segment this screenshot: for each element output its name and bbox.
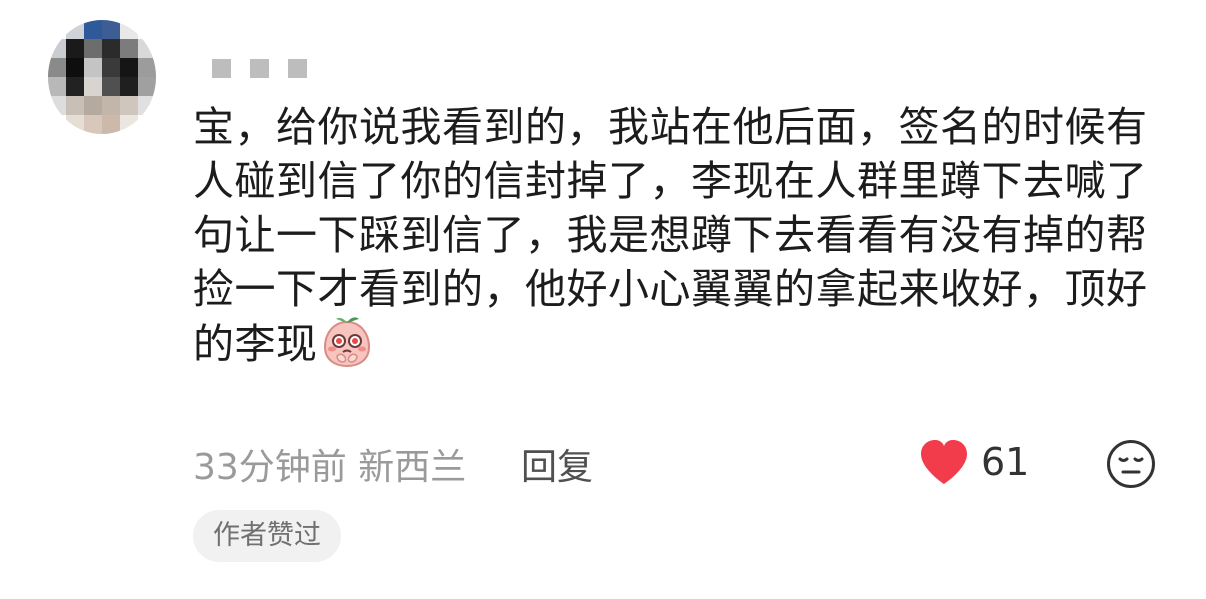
heart-icon[interactable] (917, 436, 971, 490)
reply-button[interactable]: 回复 (521, 438, 593, 490)
redaction-block (212, 59, 231, 78)
meh-face-icon[interactable] (1105, 438, 1157, 490)
comment-meta: 33分钟前 新西兰 回复 61 (193, 436, 1166, 490)
comment-body: 宝，给你说我看到的，我站在他后面，签名的时候有人碰到信了你的信封掉了，李现在人群… (193, 100, 1183, 371)
comment-item: 宝，给你说我看到的，我站在他后面，签名的时候有人碰到信了你的信封掉了，李现在人群… (0, 0, 1206, 599)
author-liked-badge: 作者赞过 (193, 510, 341, 562)
timestamp-location: 33分钟前 新西兰 (193, 447, 467, 488)
redaction-block (288, 59, 307, 78)
like-count: 61 (981, 440, 1030, 484)
blushing-peach-sticker-icon (323, 317, 370, 368)
redaction-block (250, 59, 269, 78)
username-redacted[interactable] (212, 59, 307, 78)
avatar[interactable] (48, 20, 156, 134)
